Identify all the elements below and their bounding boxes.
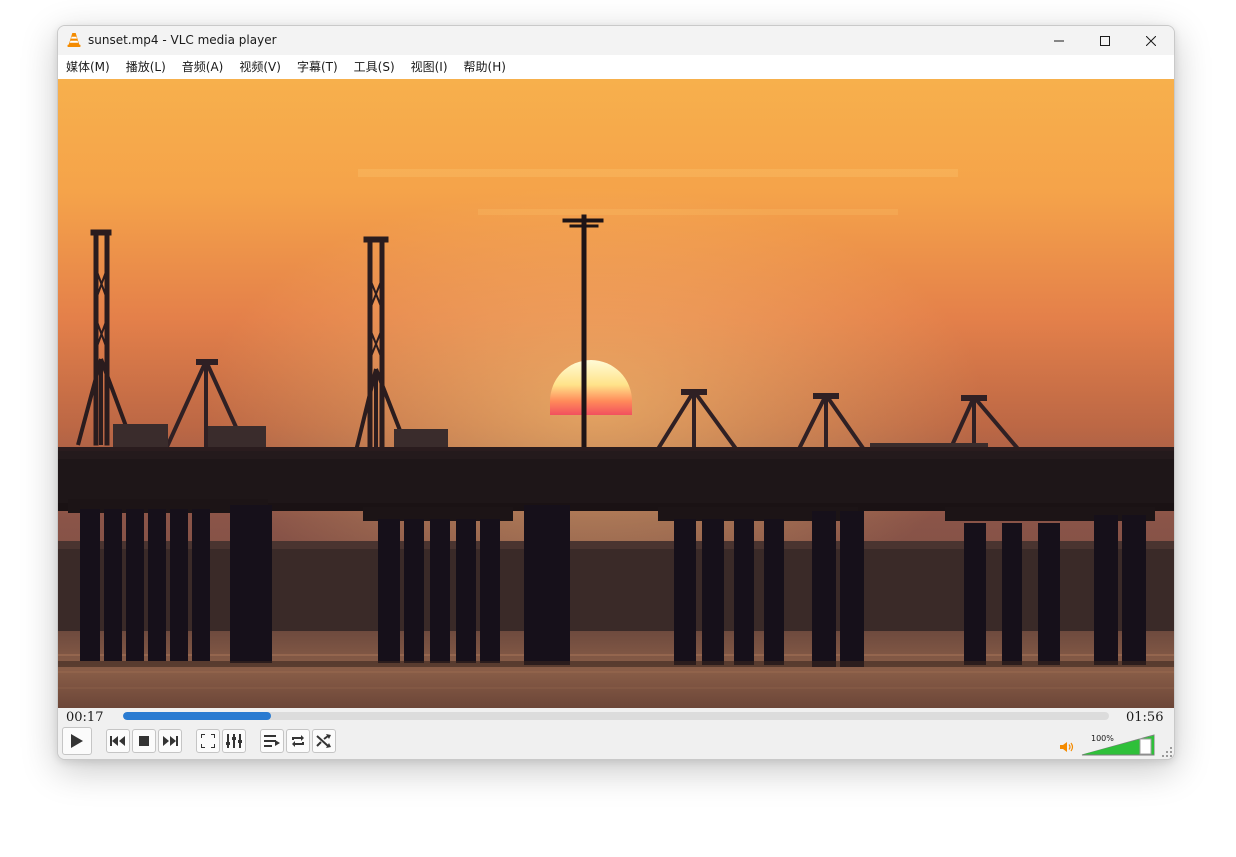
volume-slider[interactable] [1081,734,1155,756]
stop-icon [139,736,149,746]
video-frame[interactable] [58,79,1174,708]
volume-handle[interactable] [1139,738,1152,755]
vlc-cone-icon [67,33,81,47]
speaker-icon[interactable] [1060,741,1076,753]
next-icon [163,736,178,746]
loop-button[interactable] [286,729,310,753]
previous-button[interactable] [106,729,130,753]
next-button[interactable] [158,729,182,753]
minimize-button[interactable] [1036,26,1082,55]
menu-tools[interactable]: 工具(S) [346,55,403,79]
menu-help[interactable]: 帮助(H) [456,55,514,79]
menu-view[interactable]: 视图(I) [403,55,456,79]
play-icon [71,734,83,748]
fullscreen-icon [201,734,215,748]
total-time[interactable]: 01:56 [1126,710,1163,725]
fullscreen-button[interactable] [196,729,220,753]
elapsed-time[interactable]: 00:17 [66,710,103,725]
stop-button[interactable] [132,729,156,753]
extended-settings-button[interactable] [222,729,246,753]
play-button[interactable] [62,727,92,755]
playlist-icon [264,735,280,747]
controls-bar: 00:17 01:56 100% [58,708,1174,759]
shuffle-button[interactable] [312,729,336,753]
vlc-window: sunset.mp4 - VLC media player 媒体(M) 播放(L… [57,25,1175,760]
equalizer-icon [226,734,242,748]
video-sunset-image [58,79,1174,708]
minimize-icon [1054,40,1064,41]
seek-bar[interactable] [123,712,1109,720]
playlist-button[interactable] [260,729,284,753]
seek-progress [123,712,271,720]
title-bar[interactable]: sunset.mp4 - VLC media player [58,26,1174,55]
previous-icon [110,736,125,746]
close-icon [1146,35,1156,46]
shuffle-icon [316,734,331,748]
menu-video[interactable]: 视频(V) [231,55,289,79]
menu-bar: 媒体(M) 播放(L) 音频(A) 视频(V) 字幕(T) 工具(S) 视图(I… [58,55,1174,79]
resize-grip-icon[interactable] [1162,747,1172,757]
loop-icon [292,735,304,747]
menu-playback[interactable]: 播放(L) [118,55,174,79]
menu-subtitle[interactable]: 字幕(T) [289,55,346,79]
menu-media[interactable]: 媒体(M) [58,55,118,79]
maximize-icon [1100,35,1110,46]
menu-audio[interactable]: 音频(A) [174,55,232,79]
window-title: sunset.mp4 - VLC media player [88,33,277,47]
close-button[interactable] [1128,26,1174,55]
maximize-button[interactable] [1082,26,1128,55]
